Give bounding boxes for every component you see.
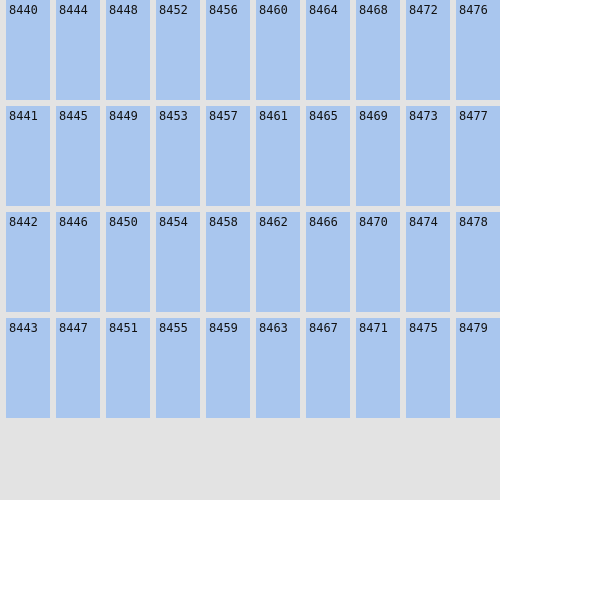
tile-8462[interactable]: 8462 (256, 212, 300, 312)
tile-8449[interactable]: 8449 (106, 106, 150, 206)
tile-8448[interactable]: 8448 (106, 0, 150, 100)
tile-8478[interactable]: 8478 (456, 212, 500, 312)
tile-8470[interactable]: 8470 (356, 212, 400, 312)
tile-8471[interactable]: 8471 (356, 318, 400, 418)
tile-8450[interactable]: 8450 (106, 212, 150, 312)
tile-8468[interactable]: 8468 (356, 0, 400, 100)
tile-8459[interactable]: 8459 (206, 318, 250, 418)
tile-8463[interactable]: 8463 (256, 318, 300, 418)
tile-container: 8440 8444 8448 8452 8456 8460 8464 8468 8472 8476… (0, 0, 500, 500)
tile-8442[interactable]: 8442 (6, 212, 50, 312)
tile-8454[interactable]: 8454 (156, 212, 200, 312)
tile-8444[interactable]: 8444 (56, 0, 100, 100)
tile-8467[interactable]: 8467 (306, 318, 350, 418)
tile-8443[interactable]: 8443 (6, 318, 50, 418)
tile-8455[interactable]: 8455 (156, 318, 200, 418)
tile-8452[interactable]: 8452 (156, 0, 200, 100)
tile-8475[interactable]: 8475 (406, 318, 450, 418)
tile-8458[interactable]: 8458 (206, 212, 250, 312)
tile-8464[interactable]: 8464 (306, 0, 350, 100)
tile-8469[interactable]: 8469 (356, 106, 400, 206)
tile-8457[interactable]: 8457 (206, 106, 250, 206)
tile-8476[interactable]: 8476 (456, 0, 500, 100)
tile-8472[interactable]: 8472 (406, 0, 450, 100)
tile-8445[interactable]: 8445 (56, 106, 100, 206)
tile-8466[interactable]: 8466 (306, 212, 350, 312)
tile-8446[interactable]: 8446 (56, 212, 100, 312)
tile-8460[interactable]: 8460 (256, 0, 300, 100)
tile-8477[interactable]: 8477 (456, 106, 500, 206)
tile-8479[interactable]: 8479 (456, 318, 500, 418)
tile-8465[interactable]: 8465 (306, 106, 350, 206)
tile-8456[interactable]: 8456 (206, 0, 250, 100)
tile-8441[interactable]: 8441 (6, 106, 50, 206)
tile-8474[interactable]: 8474 (406, 212, 450, 312)
tile-8473[interactable]: 8473 (406, 106, 450, 206)
tile-grid: 8440 8444 8448 8452 8456 8460 8464 8468 8472 8476… (6, 0, 500, 418)
tile-8453[interactable]: 8453 (156, 106, 200, 206)
tile-8440[interactable]: 8440 (6, 0, 50, 100)
tile-8461[interactable]: 8461 (256, 106, 300, 206)
tile-8451[interactable]: 8451 (106, 318, 150, 418)
tile-8447[interactable]: 8447 (56, 318, 100, 418)
